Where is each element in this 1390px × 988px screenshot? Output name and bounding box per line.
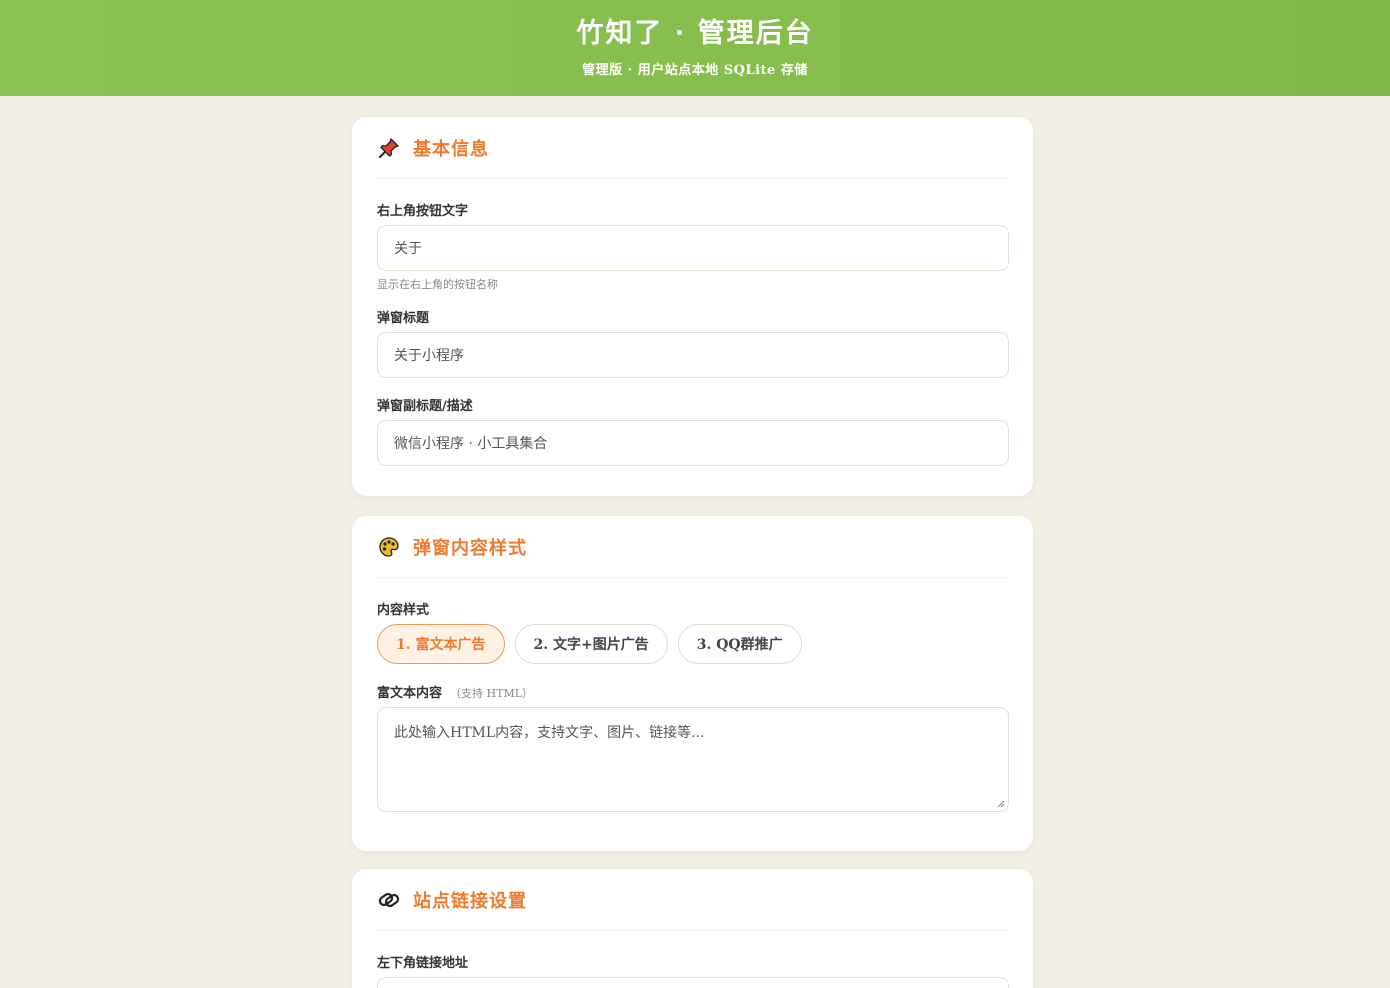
popup-title-value: 关于小程序	[394, 348, 464, 364]
content-style-label: 内容样式	[377, 603, 430, 618]
site-links-title: 站点链接设置	[413, 890, 527, 912]
popup-subtitle-label: 弹窗副标题/描述	[377, 399, 473, 414]
button-text-value: 关于	[394, 241, 422, 257]
popup-style-card: 弹窗内容样式 内容样式 1. 富文本广告 2. 文字+图片广告 3. QQ群推广…	[352, 516, 1033, 851]
rich-content-textarea[interactable]: 此处输入HTML内容，支持文字、图片、链接等...	[377, 707, 1009, 812]
style-option-text-image[interactable]: 2. 文字+图片广告	[514, 624, 668, 664]
link-icon	[377, 888, 401, 912]
app-header: 竹知了 · 管理后台 管理版 · 用户站点本地 SQLite 存储	[0, 0, 1390, 96]
popup-title-input[interactable]: 关于小程序	[377, 332, 1009, 378]
bottom-left-link-label: 左下角链接地址	[377, 956, 469, 971]
app-title: 竹知了 · 管理后台	[576, 17, 814, 49]
style-option-rich-text[interactable]: 1. 富文本广告	[377, 624, 505, 664]
resize-handle-icon[interactable]	[997, 800, 1005, 808]
rich-content-label-text: 富文本内容	[377, 686, 443, 701]
site-links-header: 站点链接设置	[377, 869, 1008, 931]
popup-style-title: 弹窗内容样式	[413, 537, 527, 559]
app-subtitle: 管理版 · 用户站点本地 SQLite 存储	[582, 62, 808, 78]
basic-info-title: 基本信息	[413, 138, 489, 160]
basic-info-header: 基本信息	[377, 117, 1008, 179]
popup-subtitle-input[interactable]: 微信小程序 · 小工具集合	[377, 420, 1009, 466]
bottom-left-link-input[interactable]	[377, 977, 1009, 988]
palette-icon	[377, 535, 401, 559]
popup-style-header: 弹窗内容样式	[377, 516, 1008, 578]
site-links-card: 站点链接设置 左下角链接地址	[352, 869, 1033, 988]
rich-content-placeholder: 此处输入HTML内容，支持文字、图片、链接等...	[394, 725, 705, 741]
popup-title-label: 弹窗标题	[377, 311, 430, 326]
button-text-label: 右上角按钮文字	[377, 204, 469, 219]
style-option-qq-group[interactable]: 3. QQ群推广	[677, 624, 802, 664]
button-text-hint: 显示在右上角的按钮名称	[377, 278, 498, 291]
pushpin-icon	[377, 136, 401, 160]
basic-info-card: 基本信息 右上角按钮文字 关于 显示在右上角的按钮名称 弹窗标题 关于小程序 弹…	[352, 117, 1033, 496]
rich-content-label: 富文本内容 （支持 HTML）	[377, 682, 1008, 701]
rich-content-label-note: （支持 HTML）	[450, 687, 534, 700]
content-style-options: 1. 富文本广告 2. 文字+图片广告 3. QQ群推广	[377, 624, 1008, 664]
button-text-input[interactable]: 关于	[377, 225, 1009, 271]
popup-subtitle-value: 微信小程序 · 小工具集合	[394, 436, 548, 452]
